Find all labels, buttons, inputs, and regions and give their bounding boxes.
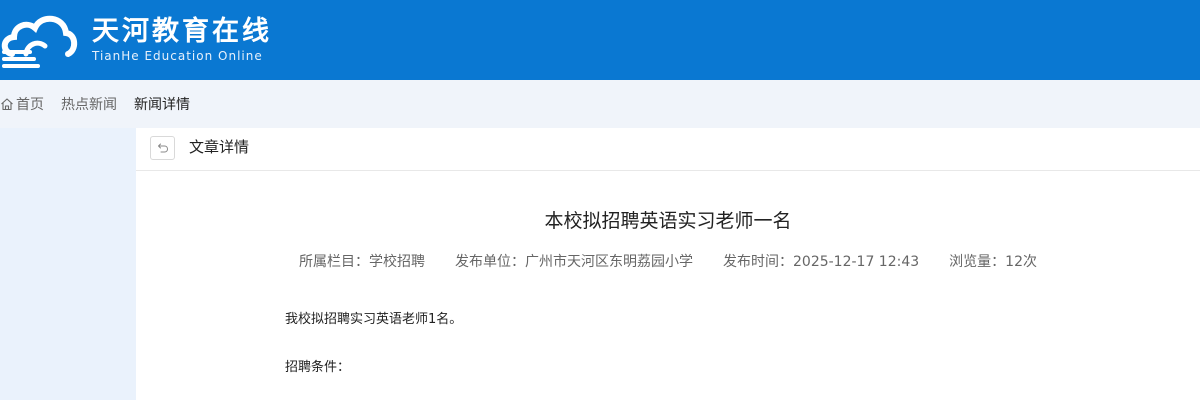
article-panel: 文章详情 本校拟招聘英语实习老师一名 所属栏目：学校招聘 发布单位：广州市天河区… [136, 128, 1200, 400]
site-subtitle: TianHe Education Online [92, 49, 263, 63]
back-button[interactable] [150, 136, 175, 160]
panel-title: 文章详情 [189, 138, 250, 156]
top-banner: 天河教育在线 TianHe Education Online [0, 0, 1200, 80]
cloud-logo-icon [1, 15, 78, 68]
article-meta: 所属栏目：学校招聘 发布单位：广州市天河区东明荔园小学 发布时间：2025-12… [136, 252, 1200, 272]
meta-column: 所属栏目：学校招聘 [299, 254, 425, 270]
breadcrumb-home-label: 首页 [16, 97, 44, 113]
breadcrumb: 首页 热点新闻 新闻详情 [0, 80, 1200, 128]
meta-publisher: 发布单位：广州市天河区东明荔园小学 [455, 254, 693, 270]
sidebar [0, 128, 136, 400]
article-paragraph: 招聘条件： [285, 360, 351, 375]
panel-header: 文章详情 [136, 128, 1200, 171]
article-title: 本校拟招聘英语实习老师一名 [544, 210, 792, 232]
back-arrow-icon [157, 143, 168, 153]
article-paragraph: 我校拟招聘实习英语老师1名。 [285, 312, 463, 327]
home-icon [1, 98, 13, 111]
breadcrumb-hot-news-label: 热点新闻 [61, 97, 117, 113]
meta-views: 浏览量：12次 [949, 254, 1037, 270]
breadcrumb-hot-news[interactable]: 热点新闻 [61, 94, 117, 114]
breadcrumb-current-label: 新闻详情 [134, 97, 190, 113]
breadcrumb-home[interactable]: 首页 [0, 94, 44, 114]
site-title: 天河教育在线 [92, 16, 272, 47]
breadcrumb-current: 新闻详情 [134, 94, 190, 114]
meta-time: 发布时间：2025-12-17 12:43 [723, 254, 920, 270]
